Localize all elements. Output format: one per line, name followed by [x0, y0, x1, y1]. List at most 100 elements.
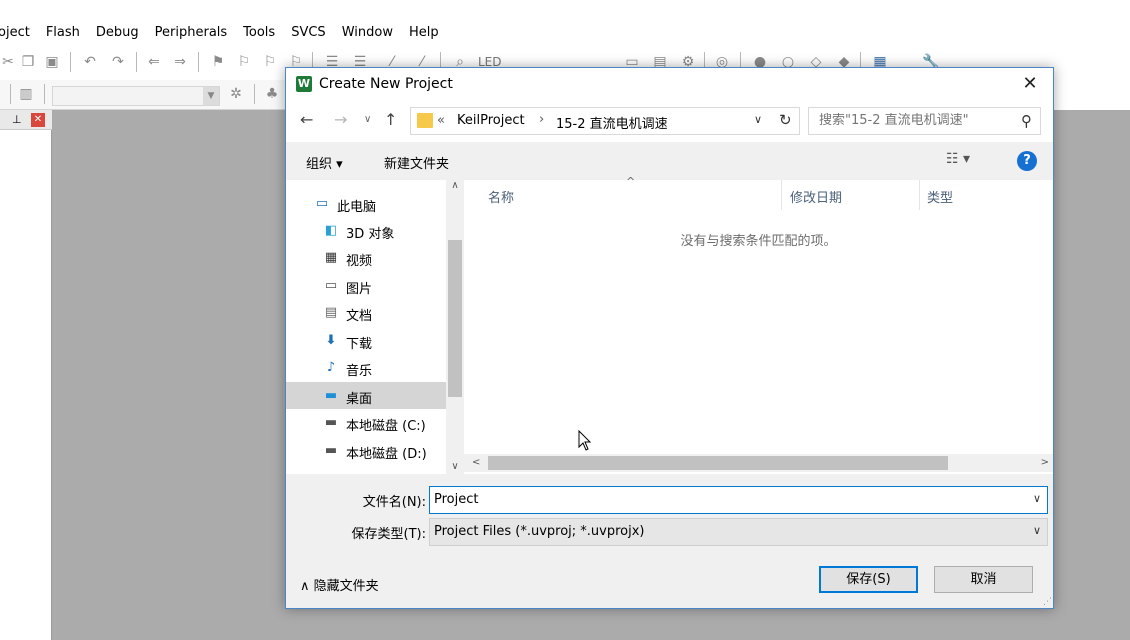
- breadcrumb-separator[interactable]: ›: [539, 112, 544, 127]
- tree-item-drive-d[interactable]: ▬ 本地磁盘 (D:): [286, 437, 446, 464]
- chevron-down-icon[interactable]: ∨: [1033, 524, 1041, 537]
- filename-input[interactable]: [434, 492, 1014, 507]
- filetype-value: Project Files (*.uvproj; *.uvprojx): [434, 524, 645, 539]
- filetype-select[interactable]: Project Files (*.uvproj; *.uvprojx) ∨: [429, 518, 1048, 546]
- search-icon[interactable]: ⚲: [1021, 112, 1032, 130]
- load-icon[interactable]: ▥: [18, 86, 34, 102]
- breadcrumb-keilproject[interactable]: KeilProject: [457, 113, 525, 128]
- tree-item-label: 此电脑: [337, 200, 377, 215]
- scroll-up-icon[interactable]: ∧: [446, 180, 464, 191]
- filename-combobox[interactable]: ∨: [429, 486, 1048, 514]
- close-icon[interactable]: ✕: [31, 113, 45, 127]
- tree-item-videos[interactable]: ▦ 视频: [286, 244, 446, 271]
- scrollbar-thumb[interactable]: [488, 456, 948, 470]
- forward-button[interactable]: →: [334, 110, 347, 130]
- manage-components-icon[interactable]: ♣: [264, 86, 280, 102]
- empty-folder-message: 没有与搜索条件匹配的项。: [680, 234, 837, 249]
- tree-item-downloads[interactable]: ⬇ 下载: [286, 327, 446, 354]
- dialog-titlebar: W Create New Project ✕: [286, 68, 1053, 100]
- bookmark-icon[interactable]: ⚑: [210, 54, 226, 70]
- column-separator[interactable]: [919, 180, 920, 210]
- paste-icon[interactable]: ▣: [44, 54, 60, 70]
- tree-item-label: 本地磁盘 (C:): [346, 419, 426, 434]
- chevron-down-icon[interactable]: ∨: [754, 113, 762, 126]
- tree-item-pictures[interactable]: ▭ 图片: [286, 272, 446, 299]
- tree-item-drive-c[interactable]: ▬ 本地磁盘 (C:): [286, 409, 446, 436]
- undo-icon[interactable]: ↶: [82, 54, 98, 70]
- downloads-icon: ⬇: [325, 333, 337, 348]
- mouse-cursor-icon: [578, 430, 592, 451]
- scroll-right-icon[interactable]: >: [1041, 454, 1049, 472]
- music-icon: ♪: [326, 360, 336, 375]
- copy-icon[interactable]: ❐: [20, 54, 36, 70]
- toolbar-separator: [254, 84, 255, 104]
- column-header-name[interactable]: 名称: [488, 187, 514, 206]
- address-bar[interactable]: « KeilProject › 15-2 直流电机调速 ∨ ↻: [410, 107, 800, 135]
- help-icon[interactable]: ?: [1017, 151, 1037, 171]
- menu-project[interactable]: oject: [0, 25, 38, 40]
- column-header-modified[interactable]: 修改日期: [790, 187, 842, 206]
- resize-grip-icon[interactable]: ⋰: [1043, 597, 1052, 607]
- tree-item-label: 下载: [346, 337, 373, 352]
- view-options-icon[interactable]: ☷ ▾: [946, 151, 970, 167]
- search-box[interactable]: ⚲: [808, 107, 1041, 135]
- filetype-label: 保存类型(T):: [351, 527, 426, 542]
- cancel-button[interactable]: 取消: [934, 566, 1033, 593]
- redo-icon[interactable]: ↷: [110, 54, 126, 70]
- toolbar-separator: [44, 84, 45, 104]
- pin-icon[interactable]: ⊥: [12, 113, 22, 126]
- menu-debug[interactable]: Debug: [88, 25, 147, 40]
- menu-flash[interactable]: Flash: [38, 25, 88, 40]
- bookmark-prev-icon[interactable]: ⚐: [236, 54, 252, 70]
- column-separator[interactable]: [781, 180, 782, 210]
- tree-item-label: 本地磁盘 (D:): [346, 447, 427, 462]
- save-button[interactable]: 保存(S): [819, 566, 918, 593]
- tree-item-music[interactable]: ♪ 音乐: [286, 354, 446, 381]
- menu-peripherals[interactable]: Peripherals: [147, 25, 236, 40]
- tree-item-this-pc[interactable]: ▭ 此电脑: [286, 190, 446, 217]
- toolbar-right-area: [1054, 44, 1130, 110]
- project-panel: ⊥ ✕: [0, 110, 52, 640]
- project-panel-header: ⊥ ✕: [0, 110, 52, 130]
- back-button[interactable]: ←: [300, 110, 313, 130]
- navigation-pane-scrollbar[interactable]: ∧ ∨: [446, 180, 464, 474]
- address-overflow-button[interactable]: «: [437, 113, 445, 128]
- search-input[interactable]: [819, 113, 1009, 128]
- menu-window[interactable]: Window: [334, 25, 401, 40]
- cut-icon[interactable]: ✂: [0, 54, 16, 70]
- hide-folders-button[interactable]: ∧ 隐藏文件夹: [300, 575, 379, 594]
- scroll-down-icon[interactable]: ∨: [446, 461, 464, 472]
- dialog-title: Create New Project: [319, 76, 453, 92]
- target-select[interactable]: ▼: [52, 86, 220, 106]
- menu-svcs[interactable]: SVCS: [283, 25, 333, 40]
- menu-tools[interactable]: Tools: [235, 25, 283, 40]
- tree-item-documents[interactable]: ▤ 文档: [286, 299, 446, 326]
- video-icon: ▦: [324, 250, 338, 265]
- chevron-down-icon[interactable]: ∨: [1033, 492, 1041, 505]
- new-folder-button[interactable]: 新建文件夹: [384, 153, 449, 172]
- tree-item-desktop[interactable]: ▬ 桌面: [286, 382, 446, 409]
- scroll-left-icon[interactable]: <: [472, 454, 480, 472]
- navigation-bar: ← → ∨ ↑ « KeilProject › 15-2 直流电机调速 ∨ ↻ …: [286, 100, 1053, 142]
- filename-label: 文件名(N):: [362, 495, 426, 510]
- file-list-pane: ^ 名称 修改日期 类型 没有与搜索条件匹配的项。 < >: [464, 175, 1053, 474]
- target-options-icon[interactable]: ✲: [228, 86, 244, 102]
- create-project-dialog: W Create New Project ✕ ← → ∨ ↑ « KeilPro…: [285, 67, 1054, 609]
- organize-button[interactable]: 组织 ▾: [306, 153, 343, 172]
- menu-help[interactable]: Help: [401, 25, 447, 40]
- breadcrumb-current-folder[interactable]: 15-2 直流电机调速: [556, 113, 668, 132]
- nav-back-icon[interactable]: ⇐: [146, 54, 162, 70]
- tree-item-3d-objects[interactable]: ◧ 3D 对象: [286, 217, 446, 244]
- navigation-pane: ▭ 此电脑 ◧ 3D 对象 ▦ 视频 ▭ 图片 ▤ 文档 ⬇ 下载 ♪ 音乐 ▬: [286, 180, 446, 474]
- tree-item-label: 文档: [346, 309, 373, 324]
- column-header-type[interactable]: 类型: [927, 187, 953, 206]
- bookmark-next-icon[interactable]: ⚐: [262, 54, 278, 70]
- recent-locations-button[interactable]: ∨: [364, 110, 371, 130]
- scrollbar-thumb[interactable]: [448, 240, 462, 397]
- close-button[interactable]: ✕: [1007, 68, 1053, 100]
- tree-item-label: 音乐: [346, 364, 373, 379]
- file-list-horizontal-scrollbar[interactable]: < >: [464, 454, 1053, 472]
- up-button[interactable]: ↑: [384, 110, 397, 130]
- refresh-icon[interactable]: ↻: [779, 111, 792, 129]
- nav-forward-icon[interactable]: ⇒: [172, 54, 188, 70]
